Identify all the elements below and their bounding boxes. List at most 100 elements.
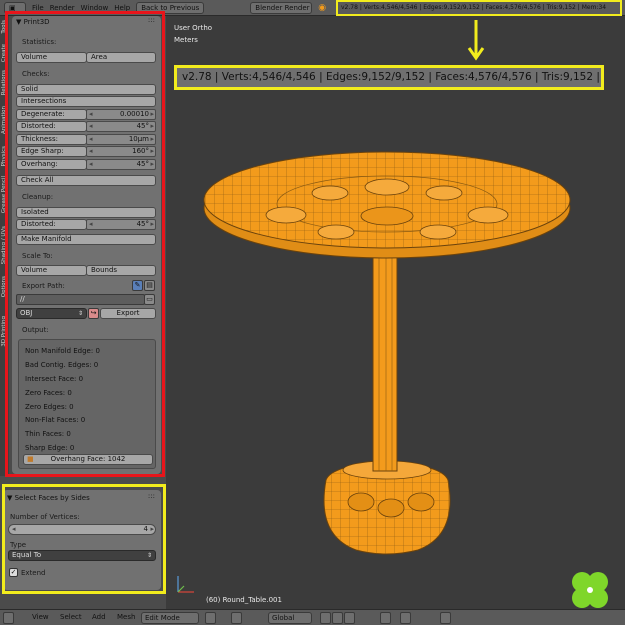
overhang-field[interactable]: ◂ 45° ▸	[86, 159, 156, 170]
type-dropdown[interactable]: Equal To ⇕	[8, 550, 156, 561]
statistics-label: Statistics:	[22, 38, 57, 46]
distorted-button[interactable]: Distorted:	[16, 121, 87, 132]
file-browse-icon[interactable]: ▤	[144, 280, 155, 291]
edge-sharp-field[interactable]: ◂ 160° ▸	[86, 146, 156, 157]
stats-callout: v2.78 | Verts:4,546/4,546 | Edges:9,152/…	[174, 65, 604, 90]
extend-label: Extend	[21, 569, 46, 577]
extend-checkbox[interactable]: ✓	[9, 568, 18, 577]
isolated-button[interactable]: Isolated	[16, 207, 156, 218]
type-label: Type	[10, 541, 27, 549]
blender-window: ▣ File Render Window Help Back to Previo…	[0, 0, 625, 625]
editor-type-icon[interactable]	[3, 612, 14, 624]
arrow-down-icon	[467, 20, 485, 61]
menu-mesh[interactable]: Mesh	[117, 613, 135, 621]
export-button[interactable]: Export	[100, 308, 156, 319]
make-manifold-button[interactable]: Make Manifold	[16, 234, 156, 245]
tab-grease-pencil[interactable]: Grease Pencil	[1, 176, 7, 213]
cleanup-label: Cleanup:	[22, 193, 54, 201]
blender-logo-icon: ◉	[318, 2, 327, 13]
editor-type-button[interactable]: ▣	[4, 1, 26, 14]
cleanup-distorted-button[interactable]: Distorted:	[16, 219, 87, 230]
tab-animation[interactable]: Animation	[1, 106, 7, 134]
render-icon[interactable]	[440, 612, 451, 624]
tab-physics[interactable]: Physics	[1, 146, 7, 166]
thickness-button[interactable]: Thickness:	[16, 134, 87, 145]
scale-bounds-button[interactable]: Bounds	[86, 265, 156, 276]
distorted-field[interactable]: ◂ 45° ▸	[86, 121, 156, 132]
degenerate-button[interactable]: Degenerate:	[16, 109, 87, 120]
print3d-title: Print3D	[23, 18, 50, 26]
clover-logo-icon	[572, 572, 608, 608]
check-all-button[interactable]: Check All	[16, 175, 156, 186]
output-line[interactable]: Thin Faces: 0	[25, 430, 71, 438]
tab-shading-uvs[interactable]: Shading / UVs	[1, 226, 7, 264]
menu-window[interactable]: Window	[81, 4, 109, 12]
view-label: User Ortho	[174, 24, 213, 32]
volume-button[interactable]: Volume	[16, 52, 87, 63]
orientation-dropdown[interactable]: Global	[268, 612, 312, 624]
select-faces-panel: ▼ Select Faces by Sides ::: Number of Ve…	[3, 490, 161, 590]
cube-icon: ■	[27, 455, 34, 463]
num-vertices-field[interactable]: ◂ 4 ▸	[8, 524, 156, 535]
format-dropdown[interactable]: OBJ ⇕	[16, 308, 87, 319]
scale-volume-button[interactable]: Volume	[16, 265, 87, 276]
tab-options[interactable]: Options	[1, 276, 7, 297]
menu-file[interactable]: File	[32, 4, 44, 12]
select-faces-header[interactable]: ▼ Select Faces by Sides	[7, 492, 90, 504]
output-line[interactable]: Sharp Edge: 0	[25, 444, 74, 452]
proportional-edit-icon[interactable]	[380, 612, 391, 624]
render-engine-dropdown[interactable]: Blender Render	[250, 1, 313, 14]
output-box: Non Manifold Edge: 0 Bad Contig. Edges: …	[18, 339, 156, 469]
tab-create[interactable]: Create	[1, 44, 7, 62]
chevron-updown-icon: ⇕	[146, 552, 152, 559]
mode-dropdown[interactable]: Edit Mode	[141, 612, 199, 624]
output-label: Output:	[22, 326, 49, 334]
face-select-icon[interactable]	[344, 612, 355, 624]
export-path-label: Export Path:	[22, 282, 65, 290]
folder-icon[interactable]: ▭	[144, 294, 155, 305]
area-button[interactable]: Area	[86, 52, 156, 63]
solid-button[interactable]: Solid	[16, 84, 156, 95]
vertex-select-icon[interactable]	[320, 612, 331, 624]
menu-add[interactable]: Add	[92, 613, 106, 621]
orientation-value: Global	[272, 614, 295, 622]
export-path-field[interactable]: //	[16, 294, 145, 305]
mode-value: Edit Mode	[145, 614, 180, 622]
menu-view[interactable]: View	[32, 613, 49, 621]
tab-tools[interactable]: Tools	[1, 20, 7, 34]
menu-render[interactable]: Render	[50, 4, 75, 12]
output-line[interactable]: Intersect Face: 0	[25, 375, 83, 383]
overhang-face-button[interactable]: ■ Overhang Face: 1042	[23, 454, 153, 465]
overhang-button[interactable]: Overhang:	[16, 159, 87, 170]
tab-3d-printing[interactable]: 3D Printing	[1, 316, 7, 347]
menu-select[interactable]: Select	[60, 613, 82, 621]
menu-help[interactable]: Help	[114, 4, 130, 12]
output-line[interactable]: Non-Flat Faces: 0	[25, 416, 85, 424]
checks-label: Checks:	[22, 70, 50, 78]
intersections-button[interactable]: Intersections	[16, 96, 156, 107]
thickness-field[interactable]: ◂ 10μm ▸	[86, 134, 156, 145]
edge-select-icon[interactable]	[332, 612, 343, 624]
edge-sharp-button[interactable]: Edge Sharp:	[16, 146, 87, 157]
cleanup-distorted-field[interactable]: ◂ 45° ▸	[86, 219, 156, 230]
print3d-header[interactable]: ▼ Print3D	[16, 16, 50, 28]
output-line[interactable]: Zero Edges: 0	[25, 403, 74, 411]
pivot-point-icon[interactable]	[231, 612, 242, 624]
panel-grip-icon[interactable]: :::	[148, 16, 155, 24]
output-line[interactable]: Bad Contig. Edges: 0	[25, 361, 98, 369]
viewport-shading-icon[interactable]	[205, 612, 216, 624]
viewport-header: View Select Add Mesh Edit Mode Global	[0, 609, 625, 625]
degenerate-field[interactable]: ◂ 0.00010 ▸	[86, 109, 156, 120]
snap-icon[interactable]	[400, 612, 411, 624]
round-table-mesh[interactable]	[196, 140, 578, 560]
output-line[interactable]: Zero Faces: 0	[25, 389, 72, 397]
overhang-face-label: Overhang Face: 1042	[50, 455, 126, 463]
axis-gizmo-icon	[177, 576, 194, 593]
tab-relations[interactable]: Relations	[1, 70, 7, 95]
export-icon[interactable]: ↪	[88, 308, 99, 319]
chevron-updown-icon: ⇕	[77, 310, 83, 317]
panel-grip-icon[interactable]: :::	[148, 492, 155, 500]
eyedropper-icon[interactable]: ✎	[132, 280, 143, 291]
output-line[interactable]: Non Manifold Edge: 0	[25, 347, 100, 355]
back-to-previous-button[interactable]: Back to Previous	[136, 1, 205, 14]
